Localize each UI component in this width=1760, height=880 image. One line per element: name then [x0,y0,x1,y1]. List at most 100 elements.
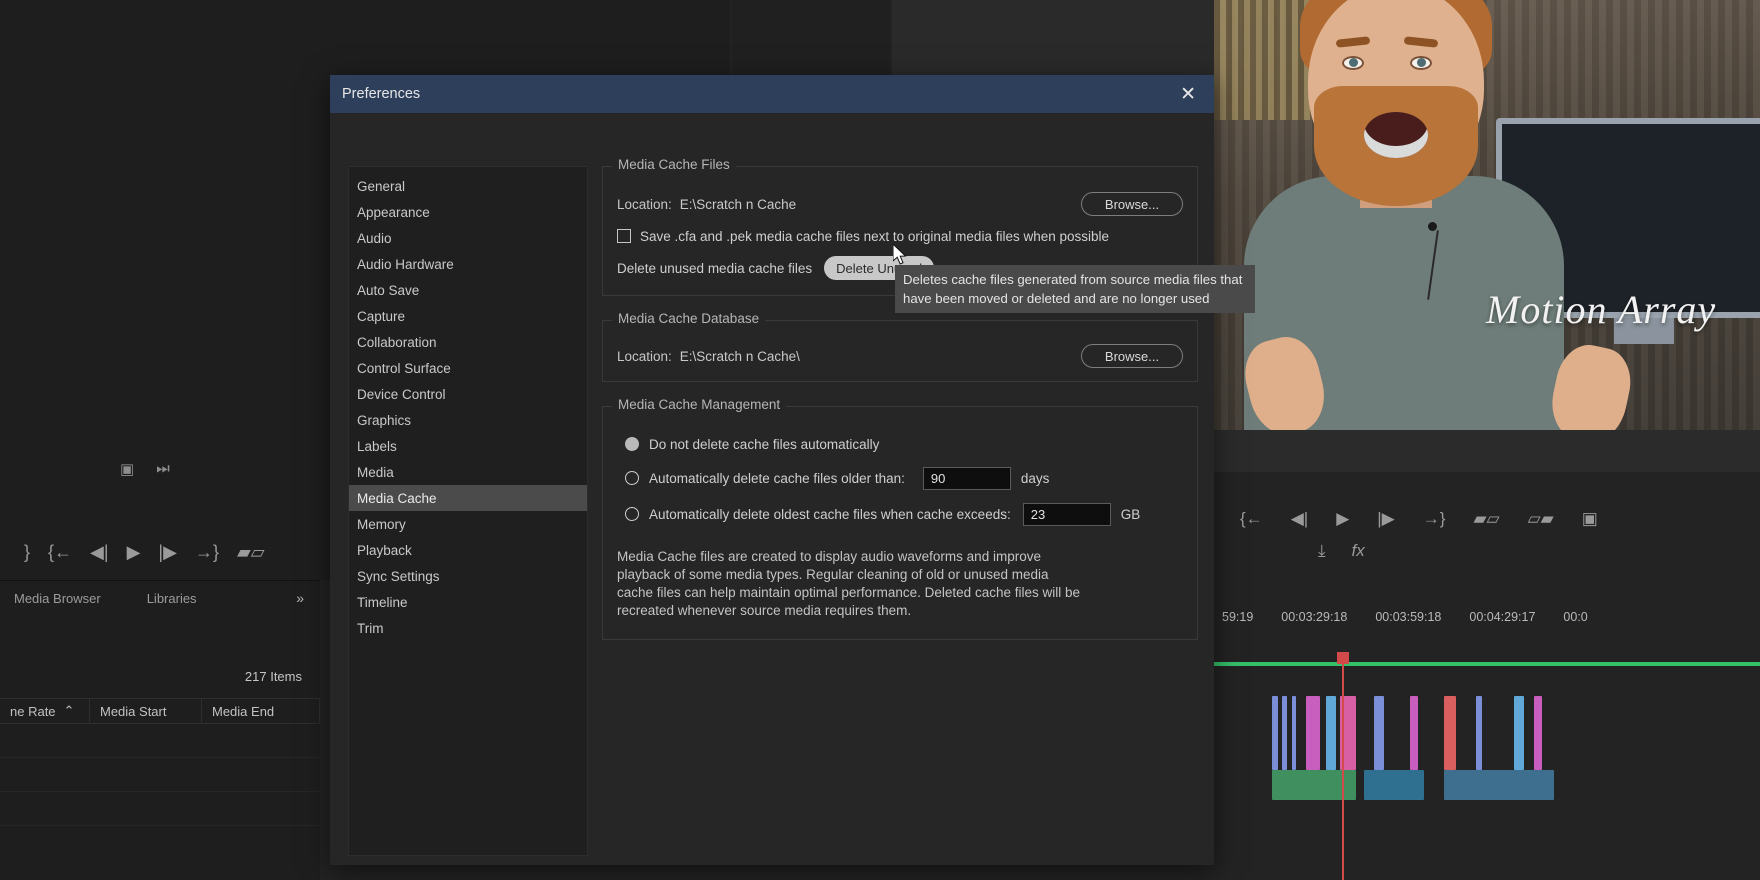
sidebar-item-control-surface[interactable]: Control Surface [349,355,587,381]
export-frame-icon[interactable]: ▣ [1582,509,1598,529]
person-eye-left [1342,56,1364,70]
option-do-not-delete-row[interactable]: Do not delete cache files automatically [617,428,1183,460]
media-browser-column-headers: ne Rate ⌃ Media Start Media End [0,698,320,724]
export-icon[interactable]: ⤓ [1318,541,1326,561]
step-back-icon[interactable]: ◀| [90,542,109,563]
sidebar-item-device-control[interactable]: Device Control [349,381,587,407]
go-to-in-icon[interactable]: {← [48,542,72,563]
location-value: E:\Scratch n Cache\ [679,348,800,364]
clip [1444,696,1456,770]
sidebar-item-collaboration[interactable]: Collaboration [349,329,587,355]
preferences-dialog: Preferences ✕ General Appearance Audio A… [330,75,1214,865]
sort-ascending-icon: ⌃ [63,703,75,718]
chevron-double-right-icon[interactable]: » [296,590,314,606]
export-frame-icon[interactable]: ▣ [120,460,134,478]
radio-delete-older-than[interactable] [625,471,639,485]
mouse-cursor [893,244,907,265]
table-row[interactable] [0,792,320,826]
go-to-out-icon[interactable]: →} [195,542,219,563]
sidebar-item-capture[interactable]: Capture [349,303,587,329]
radio-do-not-delete[interactable] [625,437,639,451]
sidebar-item-general[interactable]: General [349,173,587,199]
lift-icon[interactable]: ▰▱ [1473,509,1499,529]
group-border-left [603,320,609,321]
cache-db-location-row: Location: E:\Scratch n Cache\ Browse... [617,340,1183,372]
group-legend: Media Cache Files [612,157,736,172]
sidebar-item-media-cache[interactable]: Media Cache [349,485,587,511]
program-monitor-bottom-strip [1214,430,1760,472]
sidebar-item-auto-save[interactable]: Auto Save [349,277,587,303]
option-delete-when-exceeds-row[interactable]: Automatically delete oldest cache files … [617,496,1183,532]
extract-icon[interactable]: ▱▰ [1528,509,1554,529]
browse-cache-database-button[interactable]: Browse... [1081,344,1183,368]
timecode-label: 00:0 [1563,610,1588,624]
save-cache-checkbox[interactable] [617,229,631,243]
person-eye-right [1410,56,1432,70]
sidebar-item-playback[interactable]: Playback [349,537,587,563]
sidebar-item-audio[interactable]: Audio [349,225,587,251]
days-input[interactable]: 90 [922,466,1011,490]
timecode-label: 00:03:59:18 [1375,610,1442,624]
page-title: Preferences [342,86,421,102]
table-row[interactable] [0,724,320,758]
group-legend: Media Cache Database [612,311,766,326]
go-to-out-icon[interactable]: →} [1423,509,1446,529]
step-forward-icon[interactable]: |▶ [158,542,177,563]
radio-delete-when-exceeds[interactable] [625,507,639,521]
group-border-left [603,406,609,407]
step-back-icon[interactable]: ◀| [1291,509,1309,529]
sidebar-item-graphics[interactable]: Graphics [349,407,587,433]
timecode-label: 00:03:29:18 [1281,610,1348,624]
sidebar-item-audio-hardware[interactable]: Audio Hardware [349,251,587,277]
gb-input[interactable]: 23 [1022,502,1111,526]
close-icon[interactable]: ✕ [1174,83,1202,106]
group-border-top [763,406,1197,407]
timeline-ruler[interactable]: 59:19 00:03:29:18 00:03:59:18 00:04:29:1… [1214,600,1760,634]
program-secondary-controls[interactable]: ⤓ fx [1318,534,1518,568]
clip [1326,696,1336,770]
step-forward-icon[interactable]: ⏭ [156,460,170,478]
step-forward-icon[interactable]: |▶ [1377,509,1395,529]
sidebar-item-sync-settings[interactable]: Sync Settings [349,563,587,589]
play-icon[interactable]: ▶ [127,542,141,563]
clip [1374,696,1384,770]
clip [1514,696,1524,770]
timeline-audio-track[interactable] [1214,770,1760,800]
sidebar-item-labels[interactable]: Labels [349,433,587,459]
go-to-in-icon[interactable]: {← [1240,509,1263,529]
clip [1272,696,1278,770]
preferences-content: Media Cache Files Location: E:\Scratch n… [602,157,1198,664]
effects-icon[interactable]: fx [1352,541,1365,561]
table-row[interactable] [0,758,320,792]
tooltip: Deletes cache files generated from sourc… [895,265,1255,313]
clip [1534,696,1542,770]
sidebar-item-timeline[interactable]: Timeline [349,589,587,615]
playhead[interactable] [1337,652,1349,880]
tab-media-browser[interactable]: Media Browser [6,591,109,606]
insert-icon[interactable]: ▰▱ [237,542,265,563]
sidebar-item-appearance[interactable]: Appearance [349,199,587,225]
mark-out-icon[interactable]: } [24,542,30,563]
preferences-category-list[interactable]: General Appearance Audio Audio Hardware … [348,166,588,856]
column-header-media-end[interactable]: Media End [202,699,320,723]
source-monitor-mini-icons: ▣ ⏭ [120,460,170,478]
video-person [1237,0,1638,430]
radio-delete-when-exceeds-label: Automatically delete oldest cache files … [649,506,1011,522]
clip [1476,696,1482,770]
option-delete-older-than-row[interactable]: Automatically delete cache files older t… [617,460,1183,496]
cache-management-description: Media Cache files are created to display… [617,549,1080,618]
sidebar-item-trim[interactable]: Trim [349,615,587,641]
column-header-media-start[interactable]: Media Start [90,699,202,723]
timecode-label: 00:04:29:17 [1469,610,1536,624]
timeline-video-track[interactable] [1214,696,1760,770]
play-icon[interactable]: ▶ [1336,509,1349,529]
source-transport-controls[interactable]: } {← ◀| ▶ |▶ →} ▰▱ [0,528,340,576]
sidebar-item-memory[interactable]: Memory [349,511,587,537]
program-monitor-video: Motion Array [1214,0,1760,430]
tab-libraries[interactable]: Libraries [139,591,205,606]
radio-delete-older-than-label: Automatically delete cache files older t… [649,470,905,486]
browse-cache-files-button[interactable]: Browse... [1081,192,1183,216]
column-header-frame-rate[interactable]: ne Rate ⌃ [0,699,90,723]
media-browser-tabs[interactable]: Media Browser Libraries » [0,581,320,615]
sidebar-item-media[interactable]: Media [349,459,587,485]
